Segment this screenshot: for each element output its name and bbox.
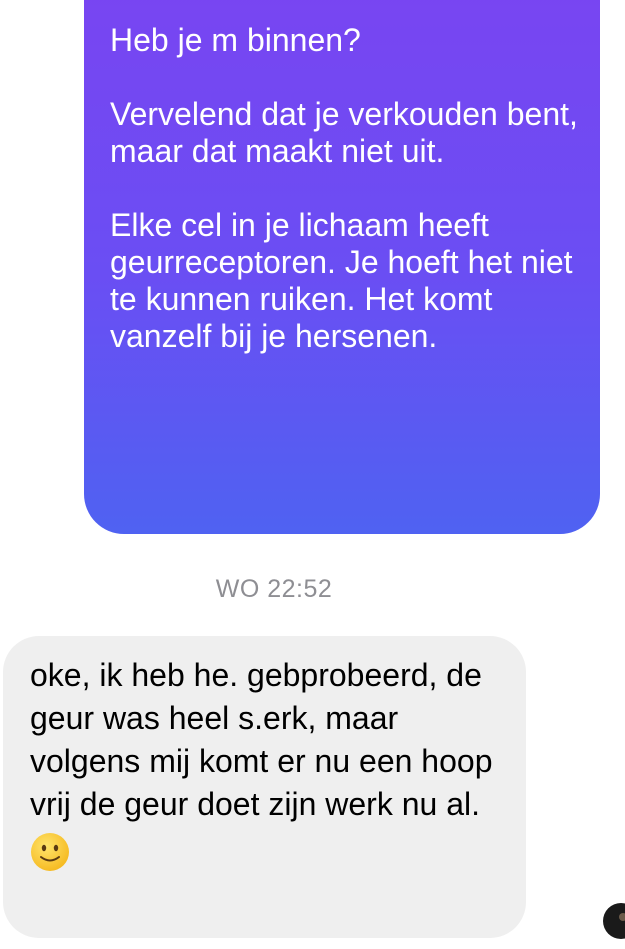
outgoing-message-paragraph: Heb je m binnen? — [110, 22, 361, 58]
outgoing-message-bubble[interactable]: Heb je m binnen? Vervelend dat je verkou… — [84, 0, 600, 534]
contact-avatar[interactable] — [603, 903, 625, 939]
slightly-smiling-face-icon — [31, 833, 69, 871]
incoming-message-bubble[interactable]: oke, ik heb he. gebprobeerd, de geur was… — [3, 636, 526, 938]
outgoing-message-paragraph: Vervelend dat je verkouden bent, maar da… — [110, 96, 587, 169]
incoming-message-text: oke, ik heb he. gebprobeerd, de geur was… — [30, 657, 502, 822]
message-timestamp: WO 22:52 — [215, 575, 333, 603]
outgoing-message-paragraph: Elke cel in je lichaam heeft geurrecepto… — [110, 207, 582, 354]
